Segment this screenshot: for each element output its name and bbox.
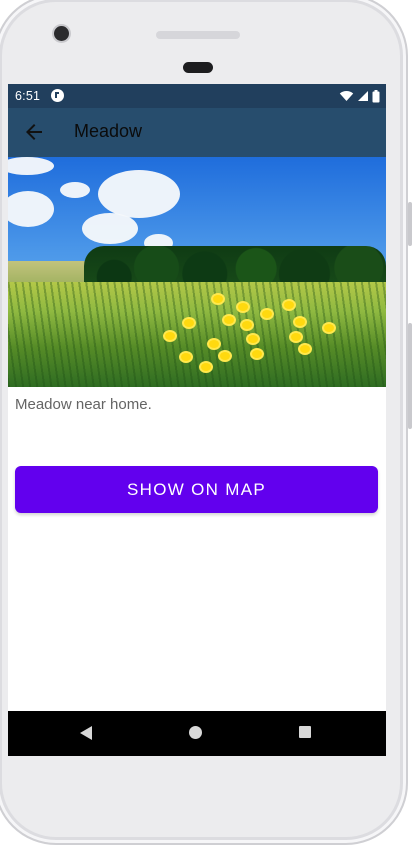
flower-mark	[238, 303, 248, 311]
wifi-icon	[339, 91, 354, 101]
flower-mark	[248, 335, 258, 343]
flower-mark	[220, 352, 230, 360]
status-icons	[339, 89, 380, 103]
volume-up-button	[408, 202, 412, 246]
flower-mark	[324, 324, 334, 332]
flower-mark	[165, 332, 175, 340]
flower-mark	[300, 345, 310, 353]
place-description: Meadow near home.	[15, 396, 152, 413]
flower-mark	[184, 319, 194, 327]
flower-mark	[252, 350, 262, 358]
front-sensor	[183, 62, 213, 73]
page-title: Meadow	[74, 121, 143, 141]
flower-mark	[181, 353, 191, 361]
android-navigation-bar	[8, 711, 386, 756]
earpiece	[156, 31, 240, 39]
arrow-back-icon[interactable]	[22, 120, 46, 144]
flower-mark	[201, 363, 211, 371]
circle-home-icon[interactable]	[189, 726, 202, 739]
battery-icon	[372, 89, 380, 102]
meadow-grass	[8, 282, 386, 387]
front-camera	[54, 26, 69, 41]
status-bar: 6:51	[8, 84, 386, 108]
signal-icon	[358, 91, 368, 101]
flower-mark	[284, 301, 294, 309]
flower-mark	[213, 295, 223, 303]
triangle-back-icon[interactable]	[80, 726, 92, 740]
square-recents-icon[interactable]	[299, 726, 311, 738]
app-screen: 6:51 Meadow Meadow near home. SHOW ON MA…	[8, 84, 386, 756]
cloud-image-part	[60, 182, 90, 198]
flower-mark	[209, 340, 219, 348]
cloud-image-part	[82, 213, 138, 244]
status-time: 6:51	[15, 89, 41, 103]
cloud-image-part	[98, 170, 180, 218]
flower-mark	[224, 316, 234, 324]
meadow-photo	[8, 157, 386, 387]
side-button	[408, 323, 412, 429]
top-app-bar: Meadow	[8, 108, 386, 157]
flower-mark	[295, 318, 305, 326]
phone-device: 6:51 Meadow Meadow near home. SHOW ON MA…	[0, 0, 412, 851]
flower-mark	[262, 310, 272, 318]
cloud-image-part	[8, 157, 54, 175]
flower-mark	[291, 333, 301, 341]
status-app-icon	[51, 89, 64, 102]
flower-mark	[242, 321, 252, 329]
show-on-map-button[interactable]: SHOW ON MAP	[15, 466, 378, 513]
cloud-image-part	[8, 191, 54, 227]
